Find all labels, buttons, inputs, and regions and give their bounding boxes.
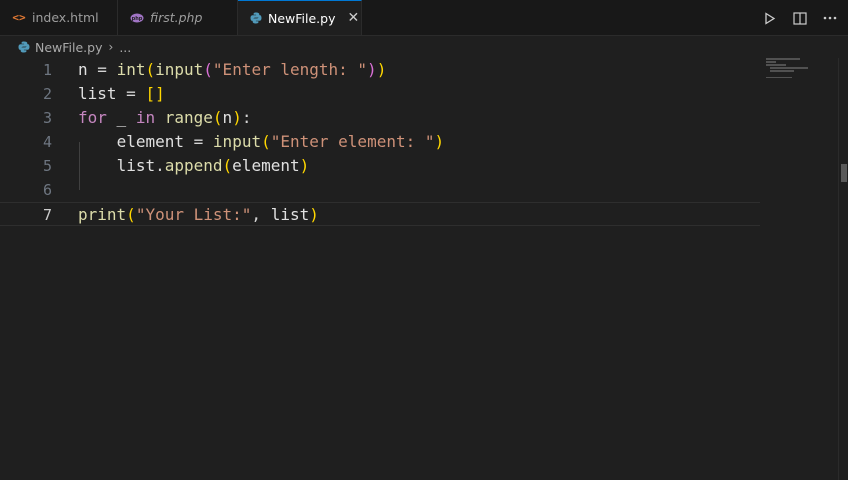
python-icon: [18, 41, 30, 53]
tab-label: NewFile.py: [268, 10, 336, 26]
line-number: 5: [42, 157, 52, 175]
chevron-right-icon: ›: [108, 40, 114, 54]
breadcrumb-file[interactable]: NewFile.py: [35, 40, 103, 55]
code-text: n = int(input("Enter length: ")): [78, 60, 387, 79]
split-editor-icon[interactable]: [792, 10, 808, 26]
line-number: 6: [42, 181, 52, 199]
php-icon: php: [130, 11, 144, 25]
close-icon[interactable]: ✕: [348, 10, 360, 26]
tab-index-html[interactable]: <> index.html: [0, 0, 118, 35]
line-number: 1: [42, 61, 52, 79]
code-text: list.append(element): [116, 156, 310, 175]
tab-label: index.html: [32, 10, 99, 25]
python-icon: [250, 11, 262, 25]
html-icon: <>: [12, 11, 26, 24]
more-actions-icon[interactable]: [822, 10, 838, 26]
code-line[interactable]: 5 list.append(element): [0, 154, 760, 178]
scroll-thumb[interactable]: [841, 164, 847, 182]
code-line[interactable]: 4 element = input("Enter element: "): [0, 130, 760, 154]
tab-newfile-py[interactable]: NewFile.py ✕: [238, 0, 362, 35]
code-line[interactable]: 3 for _ in range(n):: [0, 106, 760, 130]
editor-tab-bar: <> index.html php first.php NewFile.py ✕: [0, 0, 848, 36]
tab-label: first.php: [150, 10, 203, 25]
code-line[interactable]: 2 list = []: [0, 82, 760, 106]
code-text: for _ in range(n):: [78, 108, 252, 127]
code-text: print("Your List:", list): [78, 205, 319, 224]
vertical-scrollbar[interactable]: [838, 58, 848, 480]
tab-first-php[interactable]: php first.php: [118, 0, 238, 35]
code-line[interactable]: 6: [0, 178, 760, 202]
code-editor[interactable]: 1 n = int(input("Enter length: ")) 2 lis…: [0, 58, 838, 480]
minimap[interactable]: [766, 58, 816, 79]
code-text: element = input("Enter element: "): [116, 132, 445, 151]
svg-text:php: php: [132, 16, 143, 22]
line-number: 2: [42, 85, 52, 103]
code-text: list = []: [78, 84, 165, 103]
line-number: 7: [42, 206, 52, 224]
play-icon[interactable]: [762, 10, 778, 26]
line-number: 3: [42, 109, 52, 127]
breadcrumb: NewFile.py › ...: [0, 36, 848, 58]
editor-actions: [762, 0, 838, 36]
line-number: 4: [42, 133, 52, 151]
code-line-current[interactable]: 7 print("Your List:", list): [0, 202, 760, 226]
code-line[interactable]: 1 n = int(input("Enter length: ")): [0, 58, 760, 82]
breadcrumb-more[interactable]: ...: [119, 40, 131, 55]
